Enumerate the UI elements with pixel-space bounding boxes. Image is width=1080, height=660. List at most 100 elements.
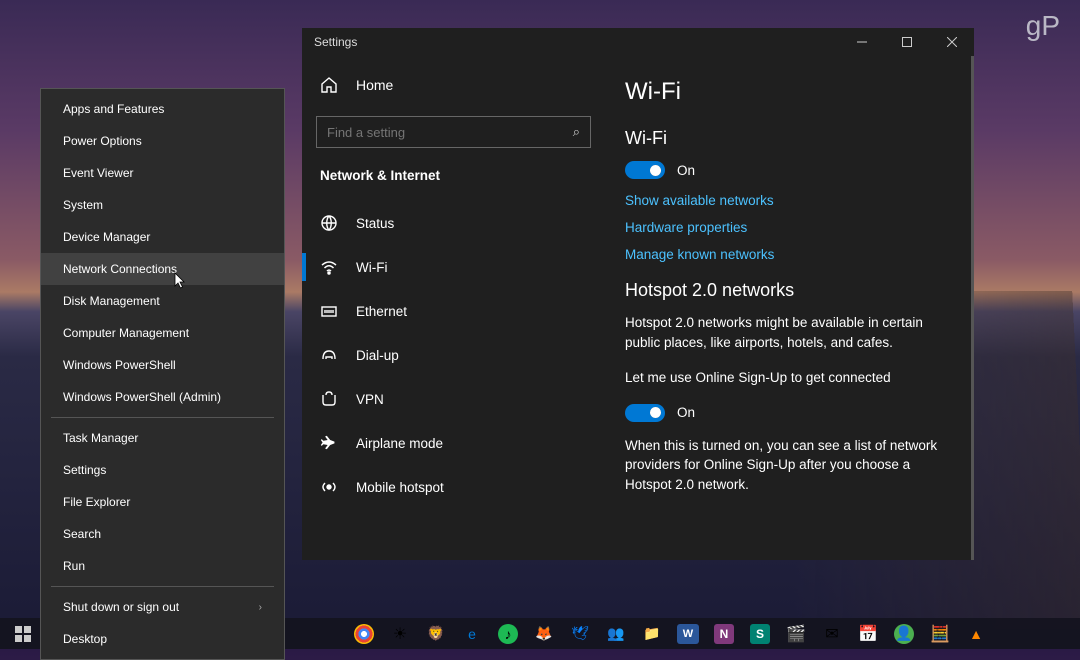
menu-separator (51, 586, 274, 587)
nav-item-label: Dial-up (356, 348, 399, 363)
search-icon: ⌕ (573, 124, 580, 140)
edge-icon[interactable]: e (455, 618, 489, 649)
winx-item-label: Computer Management (63, 326, 189, 340)
winx-item-label: Search (63, 527, 101, 541)
wifi-section-heading: Wi-Fi (625, 128, 955, 149)
settings-search[interactable]: ⌕ (316, 116, 591, 148)
teams-icon[interactable]: 👥 (599, 618, 633, 649)
nav-item-ethernet[interactable]: Ethernet (302, 289, 605, 333)
winx-item-label: File Explorer (63, 495, 130, 509)
winx-item-apps-and-features[interactable]: Apps and Features (41, 93, 284, 125)
winx-item-label: Network Connections (63, 262, 177, 276)
thunderbird-icon[interactable]: 🕊 (563, 618, 597, 649)
link-manage-networks[interactable]: Manage known networks (625, 247, 955, 262)
winx-item-disk-management[interactable]: Disk Management (41, 285, 284, 317)
airplane-icon (320, 434, 338, 452)
winx-item-computer-management[interactable]: Computer Management (41, 317, 284, 349)
nav-item-dial-up[interactable]: Dial-up (302, 333, 605, 377)
watermark: gP (1026, 10, 1060, 42)
winx-item-network-connections[interactable]: Network Connections (41, 253, 284, 285)
nav-item-vpn[interactable]: VPN (302, 377, 605, 421)
winx-item-system[interactable]: System (41, 189, 284, 221)
onenote-icon[interactable]: N (707, 618, 741, 649)
ethernet-icon (320, 302, 338, 320)
wifi-toggle-state: On (677, 163, 695, 178)
nav-item-label: VPN (356, 392, 384, 407)
link-show-networks[interactable]: Show available networks (625, 193, 955, 208)
dialup-icon (320, 346, 338, 364)
calculator-icon[interactable]: 🧮 (923, 618, 957, 649)
winx-item-label: Windows PowerShell (Admin) (63, 390, 221, 404)
menu-separator (51, 417, 274, 418)
winx-item-label: Windows PowerShell (63, 358, 176, 372)
minimize-button[interactable] (839, 28, 884, 56)
nav-item-label: Mobile hotspot (356, 480, 444, 495)
winx-item-label: Shut down or sign out (63, 600, 179, 614)
winx-item-event-viewer[interactable]: Event Viewer (41, 157, 284, 189)
status-icon (320, 214, 338, 232)
vlc-icon[interactable]: ▲ (959, 618, 993, 649)
winx-item-device-manager[interactable]: Device Manager (41, 221, 284, 253)
winx-item-label: Run (63, 559, 85, 573)
winx-item-run[interactable]: Run (41, 550, 284, 582)
windows-icon (15, 626, 31, 642)
maximize-button[interactable] (884, 28, 929, 56)
link-hardware-properties[interactable]: Hardware properties (625, 220, 955, 235)
winx-item-power-options[interactable]: Power Options (41, 125, 284, 157)
online-signup-description: When this is turned on, you can see a li… (625, 436, 955, 495)
window-title: Settings (314, 35, 357, 49)
movies-icon[interactable]: 🎬 (779, 618, 813, 649)
winx-menu: Apps and Features Power Options Event View… (40, 88, 285, 660)
winx-item-windows-powershell[interactable]: Windows PowerShell (41, 349, 284, 381)
winx-item-label: Settings (63, 463, 106, 477)
nav-home[interactable]: Home (302, 66, 605, 104)
winx-item-task-manager[interactable]: Task Manager (41, 422, 284, 454)
online-signup-toggle[interactable] (625, 404, 665, 422)
window-titlebar[interactable]: Settings (302, 28, 974, 56)
settings-content: Wi-Fi Wi-Fi On Show available networks H… (605, 56, 974, 560)
winx-item-file-explorer[interactable]: File Explorer (41, 486, 284, 518)
winx-item-search[interactable]: Search (41, 518, 284, 550)
winx-item-label: Device Manager (63, 230, 150, 244)
word-icon[interactable]: W (671, 618, 705, 649)
nav-item-airplane-mode[interactable]: Airplane mode (302, 421, 605, 465)
nav-home-label: Home (356, 77, 393, 93)
winx-item-label: Apps and Features (63, 102, 164, 116)
vpn-app-icon[interactable]: 👤 (887, 618, 921, 649)
spotify-icon[interactable]: ♪ (491, 618, 525, 649)
winx-item-settings[interactable]: Settings (41, 454, 284, 486)
winx-item-windows-powershell-admin-[interactable]: Windows PowerShell (Admin) (41, 381, 284, 413)
firefox-icon[interactable]: 🦊 (527, 618, 561, 649)
winx-item-label: Power Options (63, 134, 142, 148)
wifi-toggle[interactable] (625, 161, 665, 179)
brave-icon[interactable]: 🦁 (419, 618, 453, 649)
chevron-right-icon: › (259, 602, 262, 613)
vpn-icon (320, 390, 338, 408)
start-button[interactable] (6, 618, 40, 649)
nav-item-wi-fi[interactable]: Wi-Fi (302, 245, 605, 289)
search-input[interactable] (327, 125, 573, 140)
nav-item-label: Airplane mode (356, 436, 443, 451)
brightness-icon[interactable]: ☀ (383, 618, 417, 649)
settings-window: Settings Home ⌕ Network & Internet Statu… (302, 28, 974, 560)
nav-section-header: Network & Internet (302, 162, 605, 201)
calendar-icon[interactable]: 📅 (851, 618, 885, 649)
sway-icon[interactable]: S (743, 618, 777, 649)
mail-icon[interactable]: ✉ (815, 618, 849, 649)
nav-item-label: Wi-Fi (356, 260, 387, 275)
winx-item-label: Event Viewer (63, 166, 133, 180)
nav-item-mobile-hotspot[interactable]: Mobile hotspot (302, 465, 605, 509)
chrome-icon[interactable] (347, 618, 381, 649)
nav-item-status[interactable]: Status (302, 201, 605, 245)
online-signup-label: Let me use Online Sign-Up to get connect… (625, 368, 955, 388)
nav-item-label: Ethernet (356, 304, 407, 319)
winx-item-desktop[interactable]: Desktop (41, 623, 284, 655)
explorer-icon[interactable]: 📁 (635, 618, 669, 649)
nav-item-label: Status (356, 216, 394, 231)
winx-item-label: Task Manager (63, 431, 138, 445)
wifi-icon (320, 258, 338, 276)
page-title: Wi-Fi (625, 78, 955, 106)
winx-item-label: Desktop (63, 632, 107, 646)
close-button[interactable] (929, 28, 974, 56)
winx-item-shut-down-or-sign-out[interactable]: Shut down or sign out › (41, 591, 284, 623)
